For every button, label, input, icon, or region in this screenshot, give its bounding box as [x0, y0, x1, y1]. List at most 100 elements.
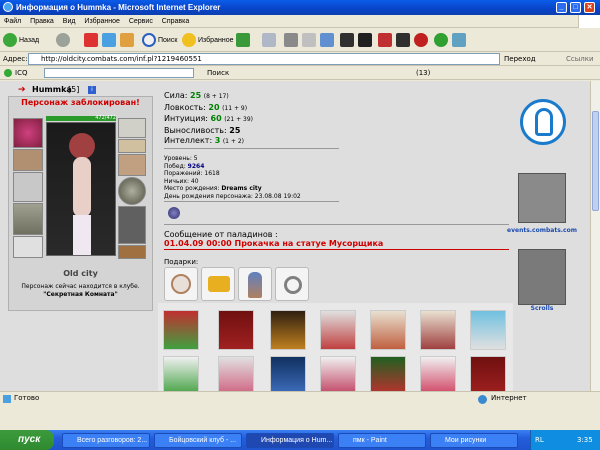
postcard-14[interactable]	[470, 356, 506, 391]
k-icon-button[interactable]	[340, 31, 354, 49]
stop-button[interactable]	[84, 31, 98, 49]
menu-file[interactable]: Файл	[4, 18, 21, 25]
print-button[interactable]	[284, 31, 298, 49]
menu-help[interactable]: Справка	[162, 18, 189, 25]
menu-tools[interactable]: Сервис	[129, 18, 153, 25]
info-draws: Ничьих: 40	[164, 177, 199, 185]
postcard-7[interactable]	[470, 310, 506, 350]
postcard-2[interactable]	[218, 310, 254, 350]
menu-view[interactable]: Вид	[63, 18, 76, 25]
language-indicator[interactable]: RL	[535, 430, 544, 450]
info-icon[interactable]: i	[88, 86, 96, 94]
belt-slot[interactable]	[13, 236, 43, 258]
minimize-button[interactable]: _	[556, 2, 567, 13]
events-banner-icon[interactable]	[518, 173, 566, 223]
forward-button[interactable]	[56, 31, 72, 49]
clock: 3:35	[577, 436, 593, 444]
page-content: ➔ Hummka [5] i Персонаж заблокирован! 47…	[0, 81, 590, 391]
clan-emblem-icon[interactable]	[168, 207, 180, 219]
postcard-13[interactable]	[420, 356, 456, 391]
mail-button[interactable]	[262, 31, 276, 49]
links-button[interactable]: Ссылки	[566, 52, 594, 66]
window-title: Информация о Hummka - Microsoft Internet…	[16, 3, 221, 12]
postcard-9[interactable]	[218, 356, 254, 391]
scrolls-link[interactable]: Scrolls	[506, 305, 578, 312]
blocked-label: Персонаж заблокирован!	[21, 98, 140, 107]
stats-block: Сила: 25 (8 + 17) Ловкость: 20 (11 + 9) …	[164, 91, 253, 148]
boots-slot[interactable]	[118, 245, 146, 259]
paladin-message-text: 01.04.09 00:00 Прокачка на статуе Мусорщ…	[164, 239, 384, 248]
bracers-slot[interactable]	[13, 149, 43, 171]
app-button-6[interactable]	[452, 31, 466, 49]
mail-icon	[262, 33, 276, 47]
edit-button[interactable]	[302, 31, 316, 49]
hp-value: 472/472	[95, 115, 116, 121]
count-badge: (13)	[416, 69, 431, 77]
menu-edit[interactable]: Правка	[30, 18, 54, 25]
gift-3[interactable]	[238, 267, 272, 301]
leggings-slot[interactable]	[118, 206, 146, 244]
discuss-button[interactable]	[320, 31, 334, 49]
vertical-scrollbar[interactable]	[590, 81, 600, 391]
favorites-button[interactable]: Избранное	[182, 31, 233, 49]
earrings-slot[interactable]	[118, 118, 146, 138]
app-button-1[interactable]	[358, 31, 372, 49]
menu-favorites[interactable]: Избранное	[84, 18, 119, 25]
divider	[164, 201, 339, 202]
task-paint[interactable]: пмк - Paint	[338, 433, 426, 448]
armor-slot[interactable]	[13, 203, 43, 235]
history-button[interactable]	[236, 31, 250, 49]
discuss-icon	[320, 33, 334, 47]
task-my-pictures[interactable]: Мои рисунки	[430, 433, 518, 448]
weapon-slot[interactable]	[13, 172, 43, 202]
postcard-6[interactable]	[420, 310, 456, 350]
search-button[interactable]: Поиск	[142, 31, 177, 49]
icq-button[interactable]: ICQ	[15, 66, 27, 80]
rings-slot[interactable]	[118, 139, 146, 153]
app-button-5[interactable]	[434, 31, 450, 49]
shield-slot[interactable]	[118, 177, 146, 205]
k-icon	[340, 33, 354, 47]
helmet-slot[interactable]	[13, 118, 43, 148]
task-ie-info[interactable]: Информация о Hum...	[246, 433, 334, 448]
postcard-1[interactable]	[163, 310, 199, 350]
info-block: Уровень: 5 Побед: 9264 Поражений: 1618 Н…	[164, 155, 301, 200]
status-bar: Готово Интернет	[0, 391, 600, 430]
print-icon	[284, 33, 298, 47]
gifts-label: Подарки:	[164, 258, 199, 266]
ie-icon	[3, 2, 13, 12]
address-input[interactable]: http://oldcity.combats.com/inf.pl?121946…	[28, 53, 500, 65]
task-combats[interactable]: Бойцовский клуб - ...	[154, 433, 242, 448]
app-button-4[interactable]	[414, 31, 430, 49]
task-chat[interactable]: Всего разговоров: 2...	[62, 433, 150, 448]
home-button[interactable]	[120, 31, 134, 49]
stat-endurance: Выносливость: 25	[164, 125, 241, 135]
go-button[interactable]: Переход	[504, 52, 536, 66]
gloves-slot[interactable]	[118, 154, 146, 176]
postcard-5[interactable]	[370, 310, 406, 350]
events-logo-icon[interactable]	[520, 99, 566, 145]
gift-1[interactable]	[164, 267, 198, 301]
maximize-button[interactable]: □	[570, 2, 581, 13]
scrollbar-thumb[interactable]	[592, 111, 599, 211]
gift-2[interactable]	[201, 267, 235, 301]
postcard-12[interactable]	[370, 356, 406, 391]
toolbar: Назад Поиск Избранное	[0, 28, 600, 52]
start-button[interactable]: пуск	[0, 430, 54, 450]
refresh-button[interactable]	[102, 31, 116, 49]
events-link[interactable]: events.combats.com	[506, 227, 578, 234]
close-button[interactable]: ✕	[584, 2, 595, 13]
gift-4[interactable]	[275, 267, 309, 301]
postcard-11[interactable]	[320, 356, 356, 391]
postcard-4[interactable]	[320, 310, 356, 350]
postcard-8[interactable]	[163, 356, 199, 391]
scrolls-banner-icon[interactable]	[518, 249, 566, 305]
links-search-input[interactable]	[44, 68, 194, 78]
app-button-2[interactable]	[378, 31, 392, 49]
app-icon-4	[414, 33, 428, 47]
postcard-3[interactable]	[270, 310, 306, 350]
app-button-3[interactable]	[396, 31, 410, 49]
postcard-10[interactable]	[270, 356, 306, 391]
links-search-button[interactable]: Поиск	[207, 66, 229, 80]
back-button[interactable]: Назад	[3, 31, 39, 49]
